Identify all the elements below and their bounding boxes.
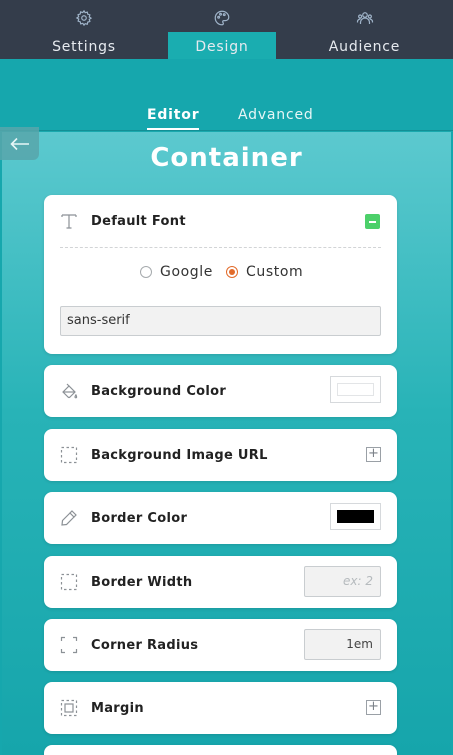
corner-radius-card: Corner Radius 1em	[44, 619, 397, 671]
margin-label: Margin	[91, 700, 144, 716]
background-color-swatch-fill	[337, 383, 374, 396]
gear-icon	[75, 9, 93, 27]
radio-custom[interactable]: Custom	[226, 264, 303, 280]
font-source-options: Google Custom	[44, 264, 397, 284]
border-width-row[interactable]: Border Width ex: 2	[44, 556, 397, 608]
palette-icon	[214, 10, 230, 26]
border-color-card: Border Color	[44, 492, 397, 544]
background-color-swatch[interactable]	[330, 376, 381, 403]
page-title: Container	[150, 143, 303, 173]
margin-icon	[60, 699, 78, 717]
radio-custom-indicator	[226, 266, 238, 278]
default-font-card: Default Font Google Custom sans-serif	[44, 195, 397, 354]
corner-radius-input[interactable]: 1em	[304, 629, 381, 660]
tab-design-label: Design	[195, 39, 249, 55]
default-font-label: Default Font	[91, 213, 186, 229]
radio-google[interactable]: Google	[140, 264, 213, 280]
tab-settings-label: Settings	[52, 39, 116, 55]
expand-background-image-button[interactable]: +	[366, 447, 381, 462]
text-icon	[61, 214, 77, 229]
border-width-input[interactable]: ex: 2	[304, 566, 381, 597]
tab-design[interactable]: Design	[168, 0, 276, 59]
top-nav: Settings Design Audience	[0, 0, 453, 59]
background-color-label: Background Color	[91, 383, 227, 399]
border-width-icon	[60, 573, 78, 591]
subtab-editor[interactable]: Editor	[147, 107, 200, 130]
tab-audience[interactable]: Audience	[276, 0, 453, 59]
background-color-row[interactable]: Background Color	[44, 365, 397, 417]
border-color-swatch[interactable]	[330, 503, 381, 530]
border-color-label: Border Color	[91, 510, 188, 526]
border-width-label: Border Width	[91, 574, 193, 590]
paint-bucket-icon	[62, 383, 78, 399]
default-font-row[interactable]: Default Font	[44, 195, 397, 247]
tab-audience-label: Audience	[328, 39, 401, 55]
margin-card: Margin +	[44, 682, 397, 734]
dashed-square-icon	[60, 446, 78, 464]
corner-radius-label: Corner Radius	[91, 637, 199, 653]
corner-radius-icon	[60, 636, 78, 654]
background-image-row[interactable]: Background Image URL +	[44, 429, 397, 481]
sub-tabs: Editor Advanced	[0, 107, 453, 131]
tab-settings[interactable]: Settings	[0, 0, 168, 59]
background-image-label: Background Image URL	[91, 447, 268, 463]
corner-radius-row[interactable]: Corner Radius 1em	[44, 619, 397, 671]
expand-margin-button[interactable]: +	[366, 700, 381, 715]
divider	[60, 247, 381, 248]
collapse-button[interactable]	[365, 214, 380, 229]
border-color-swatch-fill	[337, 510, 374, 523]
background-image-card: Background Image URL +	[44, 429, 397, 481]
margin-row[interactable]: Margin +	[44, 682, 397, 734]
subtab-advanced[interactable]: Advanced	[238, 107, 314, 123]
radio-google-indicator	[140, 266, 152, 278]
radio-custom-label: Custom	[246, 264, 304, 280]
eyedropper-icon	[61, 510, 77, 526]
font-family-input[interactable]: sans-serif	[60, 306, 381, 336]
next-card	[44, 745, 397, 755]
border-color-row[interactable]: Border Color	[44, 492, 397, 544]
background-color-card: Background Color	[44, 365, 397, 417]
people-icon	[356, 12, 373, 24]
radio-google-label: Google	[160, 264, 213, 280]
border-width-card: Border Width ex: 2	[44, 556, 397, 608]
